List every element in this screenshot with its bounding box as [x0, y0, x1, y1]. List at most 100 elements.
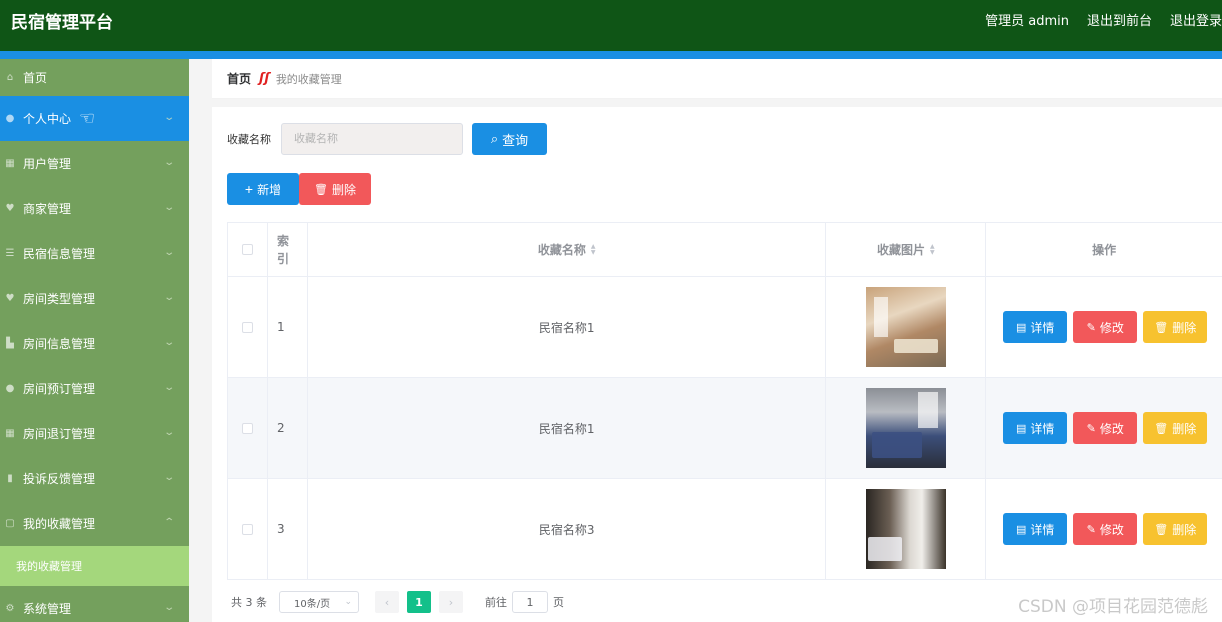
edit-icon: ✎: [1086, 422, 1096, 435]
trash-icon: 🗑: [1154, 321, 1169, 334]
document-icon: ▤: [1016, 523, 1027, 536]
logout-link[interactable]: 退出登录: [1170, 10, 1222, 29]
sidebar-item-room-booking[interactable]: ● 房间预订管理 ⌄: [0, 366, 189, 411]
header-name-cell[interactable]: 收藏名称 ▲ ▼: [308, 223, 827, 276]
row-checkbox-cell: [228, 479, 268, 579]
chevron-down-icon: ⌄: [162, 202, 175, 213]
detail-button[interactable]: ▤ 详情: [1003, 412, 1068, 444]
header-image: 收藏图片: [876, 243, 925, 257]
sidebar-item-label: 首页: [23, 71, 48, 85]
goto-page-input[interactable]: 1: [512, 591, 548, 613]
header-image-cell[interactable]: 收藏图片 ▲ ▼: [826, 223, 987, 276]
chevron-down-icon: ⌄: [162, 247, 175, 258]
row-checkbox[interactable]: [241, 321, 253, 333]
sidebar-item-personal-center[interactable]: ● 个人中心 ☜ ⌄: [0, 96, 189, 141]
breadcrumb-divider: [212, 99, 1222, 107]
page-suffix: 页: [553, 596, 564, 609]
edit-button[interactable]: ✎ 修改: [1073, 513, 1138, 545]
batch-delete-button[interactable]: 🗑 删除: [299, 173, 371, 205]
page-number-current[interactable]: 1: [407, 591, 431, 613]
chevron-down-icon: ⌄: [162, 157, 175, 168]
select-all-checkbox[interactable]: [241, 244, 253, 255]
back-to-front-link[interactable]: 退出到前台: [1087, 10, 1152, 29]
sidebar-item-homestay-info[interactable]: ☰ 民宿信息管理 ⌄: [0, 231, 189, 276]
row-index: 1: [268, 277, 308, 377]
chevron-down-icon: ⌄: [344, 597, 352, 607]
content-gutter: [189, 59, 212, 622]
favorite-thumbnail: [865, 388, 946, 468]
header-links: 管理员 admin 退出到前台 退出登录: [967, 10, 1222, 29]
row-checkbox-cell: [228, 378, 268, 478]
page-size-value: 10条/页: [294, 598, 331, 610]
shop-icon: ♥: [5, 203, 15, 214]
admin-user-label: 管理员 admin: [985, 14, 1069, 29]
trash-icon: 🗑: [1154, 422, 1169, 435]
home-icon: ⌂: [6, 72, 14, 83]
row-checkbox-cell: [228, 277, 268, 377]
action-toolbar: + 新增 🗑 删除: [227, 173, 371, 205]
sidebar-item-room-cancel[interactable]: ▦ 房间退订管理 ⌄: [0, 411, 189, 456]
header-checkbox-cell: [228, 223, 268, 276]
detail-button[interactable]: ▤ 详情: [1003, 513, 1068, 545]
cancel-icon: ▦: [5, 428, 15, 439]
star-icon: ▢: [5, 518, 15, 529]
sidebar-item-room-types[interactable]: ♥ 房间类型管理 ⌄: [0, 276, 189, 321]
delete-button[interactable]: 🗑 删除: [1143, 513, 1208, 545]
row-checkbox[interactable]: [241, 523, 253, 535]
delete-button-label: 删除: [1172, 421, 1197, 436]
query-button-label: 查询: [502, 132, 529, 148]
header-accent-bar: [0, 51, 1222, 59]
row-name: 民宿名称3: [308, 479, 827, 579]
query-button[interactable]: ⌕ 查询: [472, 123, 547, 155]
row-checkbox[interactable]: [241, 422, 253, 434]
pagination: 共 3 条 10条/页 ⌄ ‹ 1 › 前往 1 页: [231, 591, 564, 613]
sidebar-item-label: 商家管理: [23, 202, 72, 216]
favorite-thumbnail: [865, 489, 946, 569]
sort-icon[interactable]: ▲ ▼: [930, 243, 935, 256]
delete-button[interactable]: 🗑 删除: [1143, 412, 1208, 444]
detail-button[interactable]: ▤ 详情: [1003, 311, 1068, 343]
chevron-down-icon: ⌄: [162, 382, 175, 393]
sidebar-item-merchants[interactable]: ♥ 商家管理 ⌄: [0, 186, 189, 231]
document-icon: ▤: [1016, 321, 1027, 334]
sidebar-item-complaints[interactable]: ▮ 投诉反馈管理 ⌄: [0, 456, 189, 501]
sidebar-item-users[interactable]: ▦ 用户管理 ⌄: [0, 141, 189, 186]
edit-button[interactable]: ✎ 修改: [1073, 412, 1138, 444]
row-image-cell: [826, 277, 987, 377]
page-size-select[interactable]: 10条/页 ⌄: [279, 591, 359, 613]
sidebar-item-label: 系统管理: [23, 602, 72, 616]
edit-button[interactable]: ✎ 修改: [1073, 311, 1138, 343]
sidebar-subitem-my-favorites[interactable]: 我的收藏管理: [0, 546, 189, 586]
top-header: 民宿管理平台 管理员 admin 退出到前台 退出登录: [0, 0, 1222, 51]
row-image-cell: [826, 378, 987, 478]
table-row: 2 民宿名称1 ▤ 详情 ✎ 修改 🗑 删除: [228, 378, 1222, 479]
chevron-down-icon: ⌄: [162, 337, 175, 348]
sidebar-item-home[interactable]: ⌂ 首页: [0, 59, 189, 96]
breadcrumb-home[interactable]: 首页: [227, 70, 251, 87]
add-button[interactable]: + 新增: [227, 173, 299, 205]
delete-button[interactable]: 🗑 删除: [1143, 311, 1208, 343]
chevron-up-icon: ⌃: [162, 517, 175, 528]
next-page-button[interactable]: ›: [439, 591, 463, 613]
watermark: CSDN @项目花园范德彪: [1018, 597, 1208, 617]
sort-icon[interactable]: ▲ ▼: [591, 243, 596, 256]
total-count: 共 3 条: [231, 596, 267, 609]
row-index: 2: [268, 378, 308, 478]
table-row: 1 民宿名称1 ▤ 详情 ✎ 修改 🗑 删除: [228, 277, 1222, 378]
sidebar-item-label: 我的收藏管理: [23, 517, 96, 531]
sidebar-item-system[interactable]: ⚙ 系统管理 ⌄: [0, 586, 189, 622]
row-name: 民宿名称1: [308, 277, 827, 377]
chevron-down-icon: ⌄: [162, 472, 175, 483]
row-ops-cell: ▤ 详情 ✎ 修改 🗑 删除: [986, 277, 1222, 377]
prev-page-button[interactable]: ‹: [375, 591, 399, 613]
row-index: 3: [268, 479, 308, 579]
search-input[interactable]: [281, 123, 463, 155]
sidebar-item-room-info[interactable]: ▙ 房间信息管理 ⌄: [0, 321, 189, 366]
sidebar-item-favorites[interactable]: ▢ 我的收藏管理 ⌃: [0, 501, 189, 546]
sidebar-item-label: 房间类型管理: [23, 292, 96, 306]
edit-button-label: 修改: [1099, 522, 1124, 537]
detail-button-label: 详情: [1030, 522, 1055, 537]
breadcrumb-current: 我的收藏管理: [275, 72, 342, 86]
breadcrumb: 首页 ʃʃ 我的收藏管理: [212, 59, 1222, 99]
favorite-thumbnail: [865, 287, 946, 367]
